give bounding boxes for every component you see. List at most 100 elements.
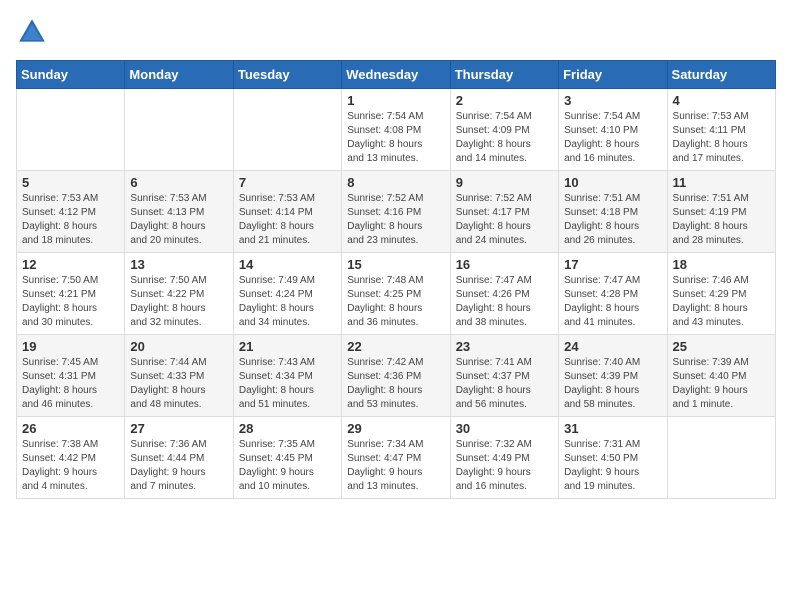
- calendar-cell: 17 Sunrise: 7:47 AM Sunset: 4:28 PM Dayli…: [559, 253, 667, 335]
- day-number: 25: [673, 339, 770, 354]
- day-info: Sunrise: 7:42 AM Sunset: 4:36 PM Dayligh…: [347, 356, 444, 412]
- day-info: Sunrise: 7:49 AM Sunset: 4:24 PM Dayligh…: [239, 274, 336, 330]
- day-info: Sunrise: 7:54 AM Sunset: 4:09 PM Dayligh…: [456, 110, 553, 166]
- day-number: 29: [347, 421, 444, 436]
- calendar-week-row: 19 Sunrise: 7:45 AM Sunset: 4:31 PM Dayli…: [17, 335, 776, 417]
- calendar-cell: 30 Sunrise: 7:32 AM Sunset: 4:49 PM Dayli…: [450, 417, 558, 499]
- day-info: Sunrise: 7:47 AM Sunset: 4:26 PM Dayligh…: [456, 274, 553, 330]
- day-number: 7: [239, 175, 336, 190]
- day-number: 17: [564, 257, 661, 272]
- day-info: Sunrise: 7:46 AM Sunset: 4:29 PM Dayligh…: [673, 274, 770, 330]
- day-number: 9: [456, 175, 553, 190]
- calendar-cell: [17, 89, 125, 171]
- calendar-cell: 12Sunrise: 7:50 AM Sunset: 4:21 PM Dayli…: [17, 253, 125, 335]
- calendar-cell: 7 Sunrise: 7:53 AM Sunset: 4:14 PM Daylig…: [233, 171, 341, 253]
- calendar-cell: 2 Sunrise: 7:54 AM Sunset: 4:09 PM Daylig…: [450, 89, 558, 171]
- day-info: Sunrise: 7:43 AM Sunset: 4:34 PM Dayligh…: [239, 356, 336, 412]
- calendar-cell: 26 Sunrise: 7:38 AM Sunset: 4:42 PM Dayli…: [17, 417, 125, 499]
- calendar-cell: [125, 89, 233, 171]
- weekday-header-thursday: Thursday: [450, 61, 558, 89]
- day-number: 11: [673, 175, 770, 190]
- calendar-cell: 20 Sunrise: 7:44 AM Sunset: 4:33 PM Dayli…: [125, 335, 233, 417]
- day-info: Sunrise: 7:34 AM Sunset: 4:47 PM Dayligh…: [347, 438, 444, 494]
- day-info: Sunrise: 7:44 AM Sunset: 4:33 PM Dayligh…: [130, 356, 227, 412]
- day-info: Sunrise: 7:38 AM Sunset: 4:42 PM Dayligh…: [22, 438, 119, 494]
- day-number: 28: [239, 421, 336, 436]
- calendar-cell: 15 Sunrise: 7:48 AM Sunset: 4:25 PM Dayli…: [342, 253, 450, 335]
- calendar-week-row: 12Sunrise: 7:50 AM Sunset: 4:21 PM Dayli…: [17, 253, 776, 335]
- day-number: 23: [456, 339, 553, 354]
- day-info: Sunrise: 7:32 AM Sunset: 4:49 PM Dayligh…: [456, 438, 553, 494]
- calendar-cell: 16 Sunrise: 7:47 AM Sunset: 4:26 PM Dayli…: [450, 253, 558, 335]
- day-number: 15: [347, 257, 444, 272]
- day-info: Sunrise: 7:47 AM Sunset: 4:28 PM Dayligh…: [564, 274, 661, 330]
- calendar-cell: 3 Sunrise: 7:54 AM Sunset: 4:10 PM Daylig…: [559, 89, 667, 171]
- calendar-cell: 8Sunrise: 7:52 AM Sunset: 4:16 PM Daylig…: [342, 171, 450, 253]
- day-info: Sunrise: 7:41 AM Sunset: 4:37 PM Dayligh…: [456, 356, 553, 412]
- day-number: 31: [564, 421, 661, 436]
- day-info: Sunrise: 7:35 AM Sunset: 4:45 PM Dayligh…: [239, 438, 336, 494]
- calendar-cell: 5Sunrise: 7:53 AM Sunset: 4:12 PM Daylig…: [17, 171, 125, 253]
- calendar-week-row: 26 Sunrise: 7:38 AM Sunset: 4:42 PM Dayli…: [17, 417, 776, 499]
- day-number: 18: [673, 257, 770, 272]
- day-info: Sunrise: 7:39 AM Sunset: 4:40 PM Dayligh…: [673, 356, 770, 412]
- weekday-header-monday: Monday: [125, 61, 233, 89]
- day-info: Sunrise: 7:48 AM Sunset: 4:25 PM Dayligh…: [347, 274, 444, 330]
- day-info: Sunrise: 7:52 AM Sunset: 4:17 PM Dayligh…: [456, 192, 553, 248]
- calendar-week-row: 1 Sunrise: 7:54 AM Sunset: 4:08 PM Daylig…: [17, 89, 776, 171]
- day-info: Sunrise: 7:51 AM Sunset: 4:19 PM Dayligh…: [673, 192, 770, 248]
- logo: [16, 16, 52, 48]
- weekday-header-row: SundayMondayTuesdayWednesdayThursdayFrid…: [17, 61, 776, 89]
- day-info: Sunrise: 7:53 AM Sunset: 4:14 PM Dayligh…: [239, 192, 336, 248]
- weekday-header-sunday: Sunday: [17, 61, 125, 89]
- calendar-cell: 29 Sunrise: 7:34 AM Sunset: 4:47 PM Dayli…: [342, 417, 450, 499]
- calendar-cell: 14 Sunrise: 7:49 AM Sunset: 4:24 PM Dayli…: [233, 253, 341, 335]
- day-number: 19: [22, 339, 119, 354]
- weekday-header-wednesday: Wednesday: [342, 61, 450, 89]
- day-number: 14: [239, 257, 336, 272]
- day-info: Sunrise: 7:53 AM Sunset: 4:12 PM Dayligh…: [22, 192, 119, 248]
- day-info: Sunrise: 7:50 AM Sunset: 4:22 PM Dayligh…: [130, 274, 227, 330]
- calendar-cell: 1 Sunrise: 7:54 AM Sunset: 4:08 PM Daylig…: [342, 89, 450, 171]
- day-info: Sunrise: 7:53 AM Sunset: 4:13 PM Dayligh…: [130, 192, 227, 248]
- day-info: Sunrise: 7:52 AM Sunset: 4:16 PM Dayligh…: [347, 192, 444, 248]
- day-number: 6: [130, 175, 227, 190]
- day-number: 3: [564, 93, 661, 108]
- day-number: 4: [673, 93, 770, 108]
- logo-icon: [16, 16, 48, 48]
- day-number: 1: [347, 93, 444, 108]
- day-info: Sunrise: 7:54 AM Sunset: 4:10 PM Dayligh…: [564, 110, 661, 166]
- calendar-cell: 24 Sunrise: 7:40 AM Sunset: 4:39 PM Dayli…: [559, 335, 667, 417]
- day-number: 27: [130, 421, 227, 436]
- day-info: Sunrise: 7:45 AM Sunset: 4:31 PM Dayligh…: [22, 356, 119, 412]
- day-number: 10: [564, 175, 661, 190]
- day-number: 16: [456, 257, 553, 272]
- day-number: 20: [130, 339, 227, 354]
- calendar-cell: 27 Sunrise: 7:36 AM Sunset: 4:44 PM Dayli…: [125, 417, 233, 499]
- calendar-cell: 22 Sunrise: 7:42 AM Sunset: 4:36 PM Dayli…: [342, 335, 450, 417]
- weekday-header-saturday: Saturday: [667, 61, 775, 89]
- day-info: Sunrise: 7:51 AM Sunset: 4:18 PM Dayligh…: [564, 192, 661, 248]
- weekday-header-friday: Friday: [559, 61, 667, 89]
- calendar-cell: 9 Sunrise: 7:52 AM Sunset: 4:17 PM Daylig…: [450, 171, 558, 253]
- day-number: 26: [22, 421, 119, 436]
- page-header: [16, 16, 776, 48]
- day-number: 22: [347, 339, 444, 354]
- day-info: Sunrise: 7:40 AM Sunset: 4:39 PM Dayligh…: [564, 356, 661, 412]
- calendar-cell: 13Sunrise: 7:50 AM Sunset: 4:22 PM Dayli…: [125, 253, 233, 335]
- day-info: Sunrise: 7:53 AM Sunset: 4:11 PM Dayligh…: [673, 110, 770, 166]
- calendar-table: SundayMondayTuesdayWednesdayThursdayFrid…: [16, 60, 776, 499]
- day-info: Sunrise: 7:36 AM Sunset: 4:44 PM Dayligh…: [130, 438, 227, 494]
- calendar-cell: 19 Sunrise: 7:45 AM Sunset: 4:31 PM Dayli…: [17, 335, 125, 417]
- day-number: 12: [22, 257, 119, 272]
- calendar-cell: [233, 89, 341, 171]
- calendar-week-row: 5Sunrise: 7:53 AM Sunset: 4:12 PM Daylig…: [17, 171, 776, 253]
- day-number: 2: [456, 93, 553, 108]
- day-number: 30: [456, 421, 553, 436]
- day-number: 24: [564, 339, 661, 354]
- calendar-cell: [667, 417, 775, 499]
- day-info: Sunrise: 7:31 AM Sunset: 4:50 PM Dayligh…: [564, 438, 661, 494]
- calendar-cell: 25 Sunrise: 7:39 AM Sunset: 4:40 PM Dayli…: [667, 335, 775, 417]
- calendar-cell: 6 Sunrise: 7:53 AM Sunset: 4:13 PM Daylig…: [125, 171, 233, 253]
- day-info: Sunrise: 7:54 AM Sunset: 4:08 PM Dayligh…: [347, 110, 444, 166]
